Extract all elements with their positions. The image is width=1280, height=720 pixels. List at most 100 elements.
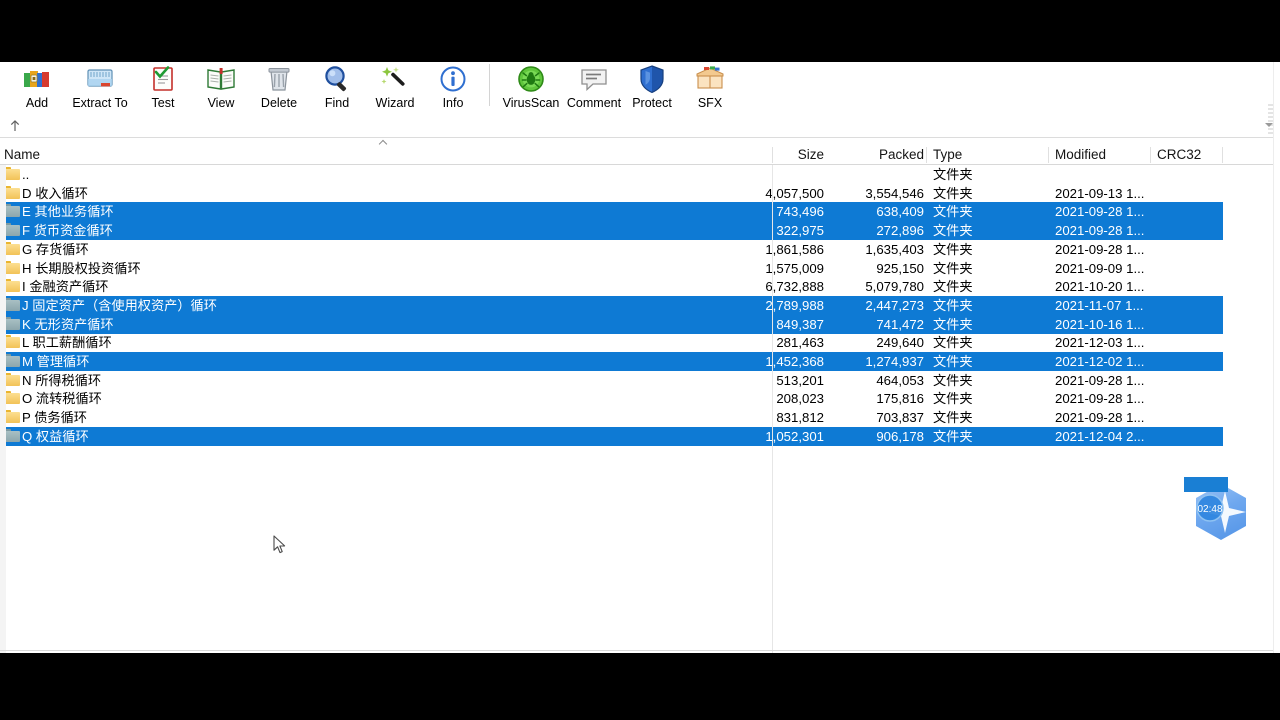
watermark-timer: 02:48 [1197, 504, 1222, 515]
toolbar-button-extract-to[interactable]: Extract To [66, 62, 134, 114]
table-row[interactable]: L 职工薪酬循环 281,463 249,640 文件夹 2021-12-03 1... [0, 333, 1280, 352]
toolbar-button-delete[interactable]: Delete [250, 62, 308, 114]
column-divider[interactable] [926, 147, 927, 163]
cell-packed [812, 165, 924, 184]
folder-icon [4, 223, 21, 237]
toolbar-button-find[interactable]: Find [308, 62, 366, 114]
toolbar-button-virusscan[interactable]: VirusScan [497, 62, 565, 114]
test-archive-icon [147, 63, 179, 95]
table-row[interactable]: Q 权益循环 1,052,301 906,178 文件夹 2021-12-04 2... [0, 426, 1280, 446]
column-header-name[interactable]: Name [4, 146, 764, 164]
toolbar-button-label: VirusScan [502, 96, 560, 110]
toolbar-button-test[interactable]: Test [134, 62, 192, 114]
file-list-empty-area[interactable] [0, 547, 1280, 653]
column-header-crc32[interactable]: CRC32 [1157, 146, 1237, 164]
table-row[interactable]: H 长期股权投资循环 1,575,009 925,150 文件夹 2021-09-09 … [0, 259, 1280, 278]
column-divider[interactable] [772, 147, 773, 163]
comment-icon [578, 63, 610, 95]
toolbar-button-view[interactable]: View [192, 62, 250, 114]
toolbar-button-label: Extract To [72, 96, 128, 110]
vertical-scrollbar[interactable] [1273, 62, 1280, 653]
column-header-size[interactable]: Size [724, 146, 824, 164]
cell-type: 文件夹 [933, 354, 973, 369]
toolbar-button-label: Find [324, 96, 350, 110]
cell-type: 文件夹 [933, 279, 973, 295]
name-pane-divider [772, 165, 773, 650]
cell-type: 文件夹 [933, 316, 973, 332]
folder-icon [4, 279, 21, 293]
toolbar-button-wizard[interactable]: Wizard [366, 62, 424, 114]
screen-recorder-watermark: 02:48 [1184, 477, 1253, 543]
cell-size: 1,452,368 [765, 354, 824, 369]
cell-packed: 3,554,546 [865, 185, 924, 201]
cell-modified: 2021-12-02 1... [1055, 354, 1145, 369]
table-row[interactable]: K 无形资产循环 849,387 741,472 文件夹 2021-10-16 1... [0, 314, 1280, 334]
delete-icon [263, 63, 295, 95]
cell-name: .. [22, 167, 30, 182]
folder-icon [4, 167, 21, 181]
cell-size: 281,463 [776, 335, 824, 351]
cell-modified: 2021-09-28 1... [1055, 241, 1145, 257]
cell-size: 513,201 [776, 372, 824, 388]
cell-size: 1,575,009 [765, 260, 824, 276]
column-header-modified[interactable]: Modified [1055, 146, 1150, 164]
cell-type: 文件夹 [933, 297, 973, 313]
table-row[interactable]: O 流转税循环 208,023 175,816 文件夹 2021-09-28 1... [0, 389, 1280, 408]
table-row[interactable]: D 收入循环 4,057,500 3,554,546 文件夹 2021-09-13 1.… [0, 184, 1280, 203]
up-arrow-icon[interactable] [7, 118, 23, 134]
cell-size: 4,057,500 [765, 185, 824, 201]
letterbox-bottom [0, 653, 1280, 720]
list-bottom-rule [0, 650, 1280, 651]
cell-modified: 2021-11-07 1... [1055, 297, 1144, 313]
toolbar-button-label: Add [25, 96, 49, 110]
toolbar-button-comment[interactable]: Comment [565, 62, 623, 114]
cell-type: 文件夹 [933, 223, 973, 239]
table-row[interactable]: E 其他业务循环 743,496 638,409 文件夹 2021-09-28 1... [0, 202, 1280, 222]
table-row[interactable]: .. 文件夹 [0, 165, 1280, 184]
toolbar-button-sfx[interactable]: SFX [681, 62, 739, 114]
find-magnifier-icon [321, 63, 353, 95]
column-divider[interactable] [1150, 147, 1151, 163]
column-header-packed[interactable]: Packed [812, 146, 924, 164]
column-divider[interactable] [1048, 147, 1049, 163]
toolbar-separator [489, 64, 490, 106]
toolbar-button-label: Delete [260, 96, 298, 110]
list-header: Name Size Packed Type Modified CRC32 [0, 146, 1280, 165]
table-row[interactable]: F 货币资金循环 322,975 272,896 文件夹 2021-09-28 1... [0, 221, 1280, 241]
table-row[interactable]: I 金融资产循环 6,732,888 5,079,780 文件夹 2021-10-20 … [0, 277, 1280, 296]
cell-name: P 债务循环 [22, 410, 87, 426]
cell-packed: 464,053 [876, 372, 924, 388]
toolbar-button-add[interactable]: Add [8, 62, 66, 114]
cell-size: 743,496 [776, 204, 824, 220]
cell-size: 208,023 [776, 391, 824, 407]
folder-icon [4, 428, 21, 443]
table-row[interactable]: P 债务循环 831,812 703,837 文件夹 2021-09-28 1... [0, 408, 1280, 427]
cell-packed: 2,447,273 [865, 297, 924, 313]
cell-modified: 2021-09-28 1... [1055, 410, 1145, 426]
folder-icon [4, 316, 21, 331]
table-row[interactable]: M 管理循环 1,452,368 1,274,937 文件夹 2021-12-02 1.… [0, 352, 1280, 371]
cell-packed: 175,816 [876, 391, 924, 407]
folder-icon [4, 335, 21, 349]
cell-type: 文件夹 [933, 410, 973, 426]
toolbar-button-label: Comment [566, 96, 622, 110]
cell-packed: 5,079,780 [865, 279, 924, 295]
protect-shield-icon [636, 63, 668, 95]
cell-packed: 703,837 [876, 410, 924, 426]
toolbar-button-label: Test [151, 96, 175, 110]
row-selection-highlight [0, 221, 1223, 241]
sort-ascending-caret[interactable] [380, 139, 389, 145]
cell-modified: 2021-12-03 1... [1055, 335, 1145, 351]
extract-to-icon [84, 63, 116, 95]
cell-name: D 收入循环 [22, 185, 88, 201]
folder-icon [4, 297, 21, 312]
cell-type: 文件夹 [933, 204, 973, 220]
table-row[interactable]: G 存货循环 1,861,586 1,635,403 文件夹 2021-09-28 1.… [0, 240, 1280, 259]
table-row[interactable]: N 所得税循环 513,201 464,053 文件夹 2021-09-28 1... [0, 371, 1280, 390]
column-divider[interactable] [1222, 147, 1223, 163]
toolbar-button-protect[interactable]: Protect [623, 62, 681, 114]
toolbar-button-info[interactable]: Info [424, 62, 482, 114]
cell-modified: 2021-09-28 1... [1055, 204, 1145, 220]
column-header-type[interactable]: Type [933, 146, 1043, 164]
table-row[interactable]: J 固定资产（含使用权资产）循环 2,789,988 2,447,273 文件夹 202… [0, 295, 1280, 315]
